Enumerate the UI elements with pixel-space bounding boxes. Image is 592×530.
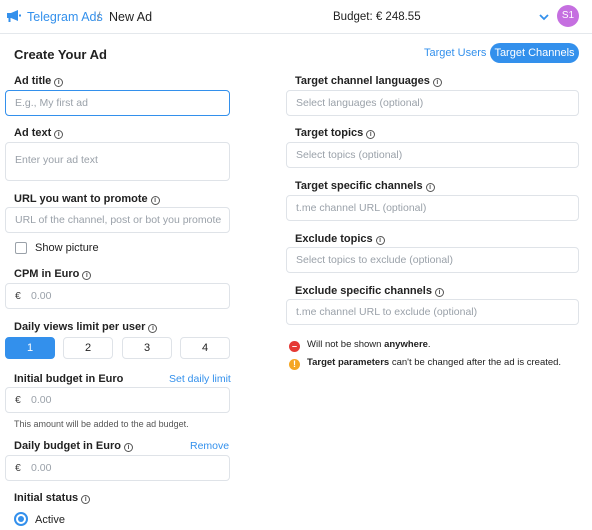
- exclamation-circle-icon: !: [289, 359, 300, 370]
- views-option-4[interactable]: 4: [180, 337, 230, 359]
- info-icon[interactable]: i: [54, 130, 64, 139]
- remove-link[interactable]: Remove: [190, 440, 229, 452]
- exclude-channels-label: Exclude specific channels i: [295, 285, 444, 297]
- initial-status-label: Initial status i: [14, 492, 91, 504]
- target-users-button[interactable]: Target Users: [416, 43, 494, 63]
- ad-title-input[interactable]: E.g., My first ad: [5, 90, 230, 116]
- initial-budget-input[interactable]: € 0.00: [5, 387, 230, 413]
- daily-budget-input[interactable]: € 0.00: [5, 455, 230, 481]
- topics-label: Target topics i: [295, 127, 376, 139]
- exclude-channels-input[interactable]: t.me channel URL to exclude (optional): [286, 299, 579, 325]
- target-channels-button[interactable]: Target Channels: [490, 43, 579, 63]
- daily-views-label: Daily views limit per user i: [14, 321, 158, 333]
- info-icon[interactable]: i: [432, 78, 442, 87]
- channels-input[interactable]: t.me channel URL (optional): [286, 195, 579, 221]
- active-label: Active: [35, 514, 65, 526]
- breadcrumb-separator: /: [97, 10, 101, 24]
- daily-budget-label: Daily budget in Euro i: [14, 440, 133, 452]
- page-title: New Ad: [109, 10, 153, 24]
- not-shown-warning: – Will not be shown anywhere.: [289, 339, 431, 352]
- info-icon[interactable]: i: [150, 196, 160, 205]
- ad-title-label: Ad title i: [14, 75, 64, 87]
- brand-link[interactable]: Telegram Ads: [27, 10, 103, 24]
- active-radio[interactable]: [14, 512, 28, 526]
- url-input[interactable]: URL of the channel, post or bot you prom…: [5, 207, 230, 233]
- cpm-label: CPM in Euro i: [14, 268, 92, 280]
- views-option-2[interactable]: 2: [63, 337, 113, 359]
- ad-text-label: Ad text i: [14, 127, 64, 139]
- info-icon[interactable]: i: [81, 495, 91, 504]
- info-icon[interactable]: i: [425, 183, 435, 192]
- info-icon[interactable]: i: [366, 130, 376, 139]
- info-icon[interactable]: i: [148, 324, 158, 333]
- show-picture-label: Show picture: [35, 242, 99, 254]
- initial-budget-label: Initial budget in Euro: [14, 373, 124, 385]
- budget-display: Budget: € 248.55: [333, 11, 421, 23]
- set-daily-limit-link[interactable]: Set daily limit: [169, 373, 231, 385]
- budget-hint: This amount will be added to the ad budg…: [14, 419, 189, 429]
- info-icon[interactable]: i: [375, 236, 385, 245]
- exclude-topics-label: Exclude topics i: [295, 233, 385, 245]
- topics-select[interactable]: Select topics (optional): [286, 142, 579, 168]
- info-icon[interactable]: i: [434, 288, 444, 297]
- info-icon[interactable]: i: [54, 78, 64, 87]
- show-picture-checkbox[interactable]: [15, 242, 27, 254]
- avatar[interactable]: S1: [557, 5, 579, 27]
- top-bar: Telegram Ads / New Ad Budget: € 248.55 S…: [0, 0, 592, 34]
- channels-label: Target specific channels i: [295, 180, 435, 192]
- url-label: URL you want to promote i: [14, 193, 160, 205]
- params-warning: ! Target parameters can't be changed afte…: [289, 357, 561, 370]
- section-title: Create Your Ad: [14, 47, 107, 62]
- megaphone-icon: [7, 10, 21, 22]
- cpm-input[interactable]: € 0.00: [5, 283, 230, 309]
- views-option-1[interactable]: 1: [5, 337, 55, 359]
- info-icon[interactable]: i: [82, 271, 92, 280]
- exclude-topics-select[interactable]: Select topics to exclude (optional): [286, 247, 579, 273]
- views-option-3[interactable]: 3: [122, 337, 172, 359]
- languages-label: Target channel languages i: [295, 75, 442, 87]
- chevron-down-icon[interactable]: [538, 11, 550, 23]
- minus-circle-icon: –: [289, 341, 300, 352]
- ad-text-input[interactable]: Enter your ad text: [5, 142, 230, 181]
- languages-select[interactable]: Select languages (optional): [286, 90, 579, 116]
- info-icon[interactable]: i: [123, 443, 133, 452]
